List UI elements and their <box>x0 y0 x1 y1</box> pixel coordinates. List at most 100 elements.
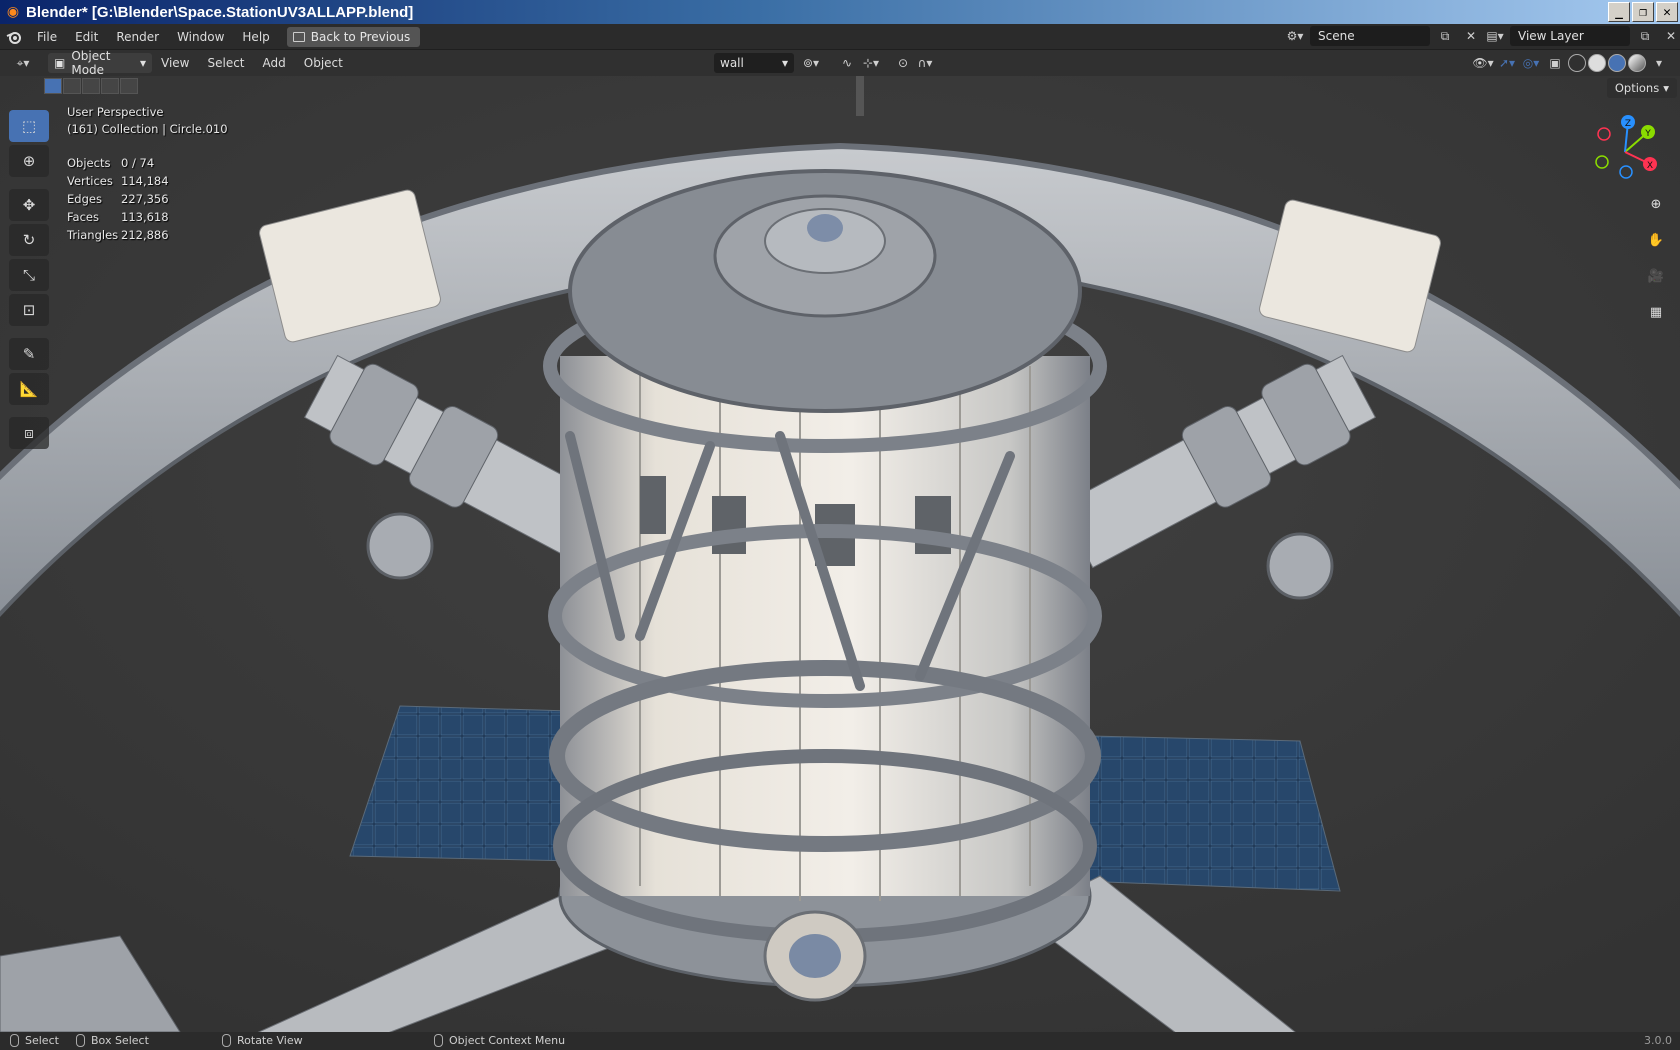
object-mode-icon: ▣ <box>54 56 66 70</box>
stat-row: Objects 0 / 74 <box>67 156 155 170</box>
perspective-label: User Perspective <box>67 105 164 119</box>
menu-render[interactable]: Render <box>107 26 168 48</box>
version-label: 3.0.0 <box>1644 1034 1672 1047</box>
mode-dropdown[interactable]: ▣ Object Mode ▾ <box>48 49 152 77</box>
move-tool-icon[interactable]: ✥ <box>9 189 49 221</box>
chevron-down-icon: ▾ <box>139 56 146 70</box>
scene-field[interactable]: Scene <box>1310 26 1430 46</box>
axis-gizmo[interactable]: Y Z X <box>1590 112 1660 182</box>
status-bar: Select Box Select Rotate View Object Con… <box>0 1032 1680 1050</box>
blender-menu-icon[interactable] <box>0 24 28 50</box>
stat-row: Faces 113,618 <box>67 210 169 224</box>
annotate-tool-icon[interactable]: ✎ <box>9 338 49 370</box>
scene-statistics: Objects 0 / 74 Vertices 114,184 Edges 227,3… <box>67 154 169 244</box>
top-bar: File Edit Render Window Help Back to Pre… <box>0 24 1680 50</box>
axis-y-label: Y <box>1644 129 1651 139</box>
navigation-controls: ⊕ ✋ 🎥 ▦ <box>1642 191 1670 325</box>
3d-viewport[interactable]: ⬚ ⊕ ✥ ↻ ⤡ ⊡ ✎ 📐 ⧈ User Perspective (161)… <box>0 76 1680 1032</box>
select-new-icon[interactable] <box>44 78 62 94</box>
status-context-menu: Object Context Menu <box>434 1034 565 1047</box>
shading-options-icon[interactable]: ▾ <box>1648 53 1670 73</box>
new-layer-icon[interactable]: ⧉ <box>1634 26 1656 46</box>
material-shading-icon[interactable] <box>1608 54 1626 72</box>
menu-view[interactable]: View <box>152 56 198 70</box>
cursor-tool-icon[interactable]: ⊕ <box>9 145 49 177</box>
status-select: Select <box>10 1034 59 1047</box>
mouse-drag-icon <box>76 1034 85 1047</box>
xray-icon[interactable]: ▣ <box>1544 53 1566 73</box>
add-cube-tool-icon[interactable]: ⧈ <box>9 417 49 449</box>
mouse-right-icon <box>434 1034 443 1047</box>
grid-perspective-icon[interactable]: ▦ <box>1642 299 1670 325</box>
overlay-icon[interactable]: ◎▾ <box>1520 53 1542 73</box>
menu-edit[interactable]: Edit <box>66 26 107 48</box>
pivot-icon[interactable]: ⊚▾ <box>800 53 822 73</box>
remove-scene-icon[interactable]: ✕ <box>1460 26 1482 46</box>
window-title: Blender* [G:\Blender\Space.StationUV3ALL… <box>26 3 414 21</box>
window-title-bar: ◉ Blender* [G:\Blender\Space.StationUV3A… <box>0 0 1680 24</box>
mouse-middle-icon <box>222 1034 231 1047</box>
close-button[interactable]: ✕ <box>1656 2 1678 22</box>
camera-icon[interactable]: 🎥 <box>1642 263 1670 289</box>
scale-tool-icon[interactable]: ⤡ <box>9 259 49 291</box>
orientation-dropdown[interactable]: wall ▾ <box>714 53 794 73</box>
editor-type-icon[interactable]: ⌖▾ <box>12 53 34 73</box>
menu-object[interactable]: Object <box>295 56 352 70</box>
viewport-header: ⌖▾ ▣ Object Mode ▾ View Select Add Objec… <box>0 49 1680 77</box>
measure-tool-icon[interactable]: 📐 <box>9 373 49 405</box>
visibility-icon[interactable]: 👁▾ <box>1472 53 1494 73</box>
menu-select[interactable]: Select <box>198 56 253 70</box>
mode-label: Object Mode <box>71 49 111 77</box>
blender-logo-icon: ◉ <box>6 4 20 20</box>
solid-shading-icon[interactable] <box>1588 54 1606 72</box>
proportional-icon[interactable]: ⊙ <box>892 53 914 73</box>
axis-x-label: X <box>1647 161 1653 171</box>
menu-add[interactable]: Add <box>254 56 295 70</box>
collection-label: (161) Collection | Circle.010 <box>67 122 228 136</box>
mouse-left-icon <box>10 1034 19 1047</box>
gizmo-icon[interactable]: ➚▾ <box>1496 53 1518 73</box>
scene-icon[interactable]: ⚙▾ <box>1284 26 1306 46</box>
select-extend-icon[interactable] <box>63 78 81 94</box>
options-button[interactable]: Options ▾ <box>1606 78 1677 98</box>
orientation-label: wall <box>720 56 744 70</box>
zoom-icon[interactable]: ⊕ <box>1642 191 1670 217</box>
view-layer-field[interactable]: View Layer <box>1510 26 1630 46</box>
space-station-scene <box>0 76 1680 1032</box>
menu-window[interactable]: Window <box>168 26 233 48</box>
select-box-tool-icon[interactable]: ⬚ <box>9 110 49 142</box>
status-box-select: Box Select <box>76 1034 149 1047</box>
viewport-info: User Perspective (161) Collection | Circ… <box>67 104 228 138</box>
select-invert-icon[interactable] <box>101 78 119 94</box>
back-to-previous-button[interactable]: Back to Previous <box>286 26 421 47</box>
remove-layer-icon[interactable]: ✕ <box>1660 26 1680 46</box>
pan-hand-icon[interactable]: ✋ <box>1642 227 1670 253</box>
select-intersect-icon[interactable] <box>120 78 138 94</box>
transform-tool-icon[interactable]: ⊡ <box>9 294 49 326</box>
screen-icon <box>292 31 305 42</box>
menu-file[interactable]: File <box>28 26 66 48</box>
options-label: Options <box>1614 81 1660 95</box>
falloff-icon[interactable]: ∩▾ <box>914 53 936 73</box>
tool-shelf: ⬚ ⊕ ✥ ↻ ⤡ ⊡ ✎ 📐 ⧈ <box>9 110 49 449</box>
axis-z-label: Z <box>1625 119 1631 129</box>
stat-row: Triangles 212,886 <box>67 228 169 242</box>
minimize-button[interactable]: _ <box>1608 2 1630 22</box>
maximize-button[interactable]: ❐ <box>1632 2 1654 22</box>
select-subtract-icon[interactable] <box>82 78 100 94</box>
snap-target-icon[interactable]: ⊹▾ <box>860 53 882 73</box>
snap-icon[interactable]: ∿ <box>836 53 858 73</box>
view-layer-icon[interactable]: ▤▾ <box>1484 26 1506 46</box>
back-to-previous-label: Back to Previous <box>310 29 411 44</box>
rotate-tool-icon[interactable]: ↻ <box>9 224 49 256</box>
wireframe-shading-icon[interactable] <box>1568 54 1586 72</box>
rendered-shading-icon[interactable] <box>1628 54 1646 72</box>
stat-row: Vertices 114,184 <box>67 174 169 188</box>
status-rotate-view: Rotate View <box>222 1034 303 1047</box>
new-scene-icon[interactable]: ⧉ <box>1434 26 1456 46</box>
chevron-down-icon: ▾ <box>1663 81 1669 95</box>
selection-modes <box>44 78 138 94</box>
stat-row: Edges 227,356 <box>67 192 169 206</box>
menu-help[interactable]: Help <box>233 26 278 48</box>
chevron-down-icon: ▾ <box>781 56 788 70</box>
